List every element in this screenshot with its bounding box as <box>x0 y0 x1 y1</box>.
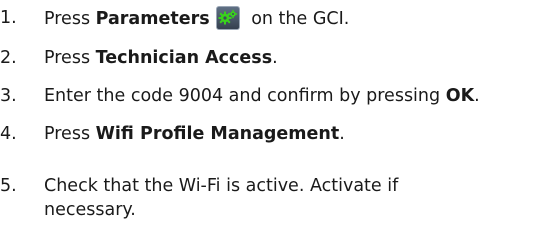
step-text-before: Press <box>44 48 96 68</box>
step-number: 5. <box>0 176 17 196</box>
step-text-after: . <box>339 124 345 144</box>
step-text: Press Parameters on the GCI. <box>44 6 524 31</box>
instruction-steps: 1. Press Parameters on the GCI. 2. Press… <box>0 0 540 243</box>
step-text: Press Technician Access. <box>44 46 524 70</box>
step-keyword: OK <box>445 86 475 106</box>
step-text-after: . <box>272 48 278 68</box>
step-number: 4. <box>0 124 17 144</box>
step-text-before: Enter the code 9004 and confirm by press… <box>44 86 446 106</box>
parameters-gears-icon <box>215 6 240 30</box>
step-number: 3. <box>0 86 17 106</box>
step-text: Check that the Wi-Fi is active. Activate… <box>44 176 399 220</box>
step-text-before: Press <box>44 124 96 144</box>
step-keyword: Wifi Profile Management <box>95 124 340 144</box>
step-keyword: Technician Access <box>95 48 273 68</box>
step-number: 1. <box>0 8 17 28</box>
step-text: Enter the code 9004 and confirm by press… <box>44 84 524 108</box>
step-text-after: . <box>474 86 480 106</box>
step-text-before: Press <box>44 9 96 29</box>
step-text-after: on the GCI. <box>245 9 350 29</box>
step-keyword: Parameters <box>95 9 210 29</box>
step-number: 2. <box>0 48 17 68</box>
step-text: Press Wifi Profile Management. <box>44 122 524 146</box>
